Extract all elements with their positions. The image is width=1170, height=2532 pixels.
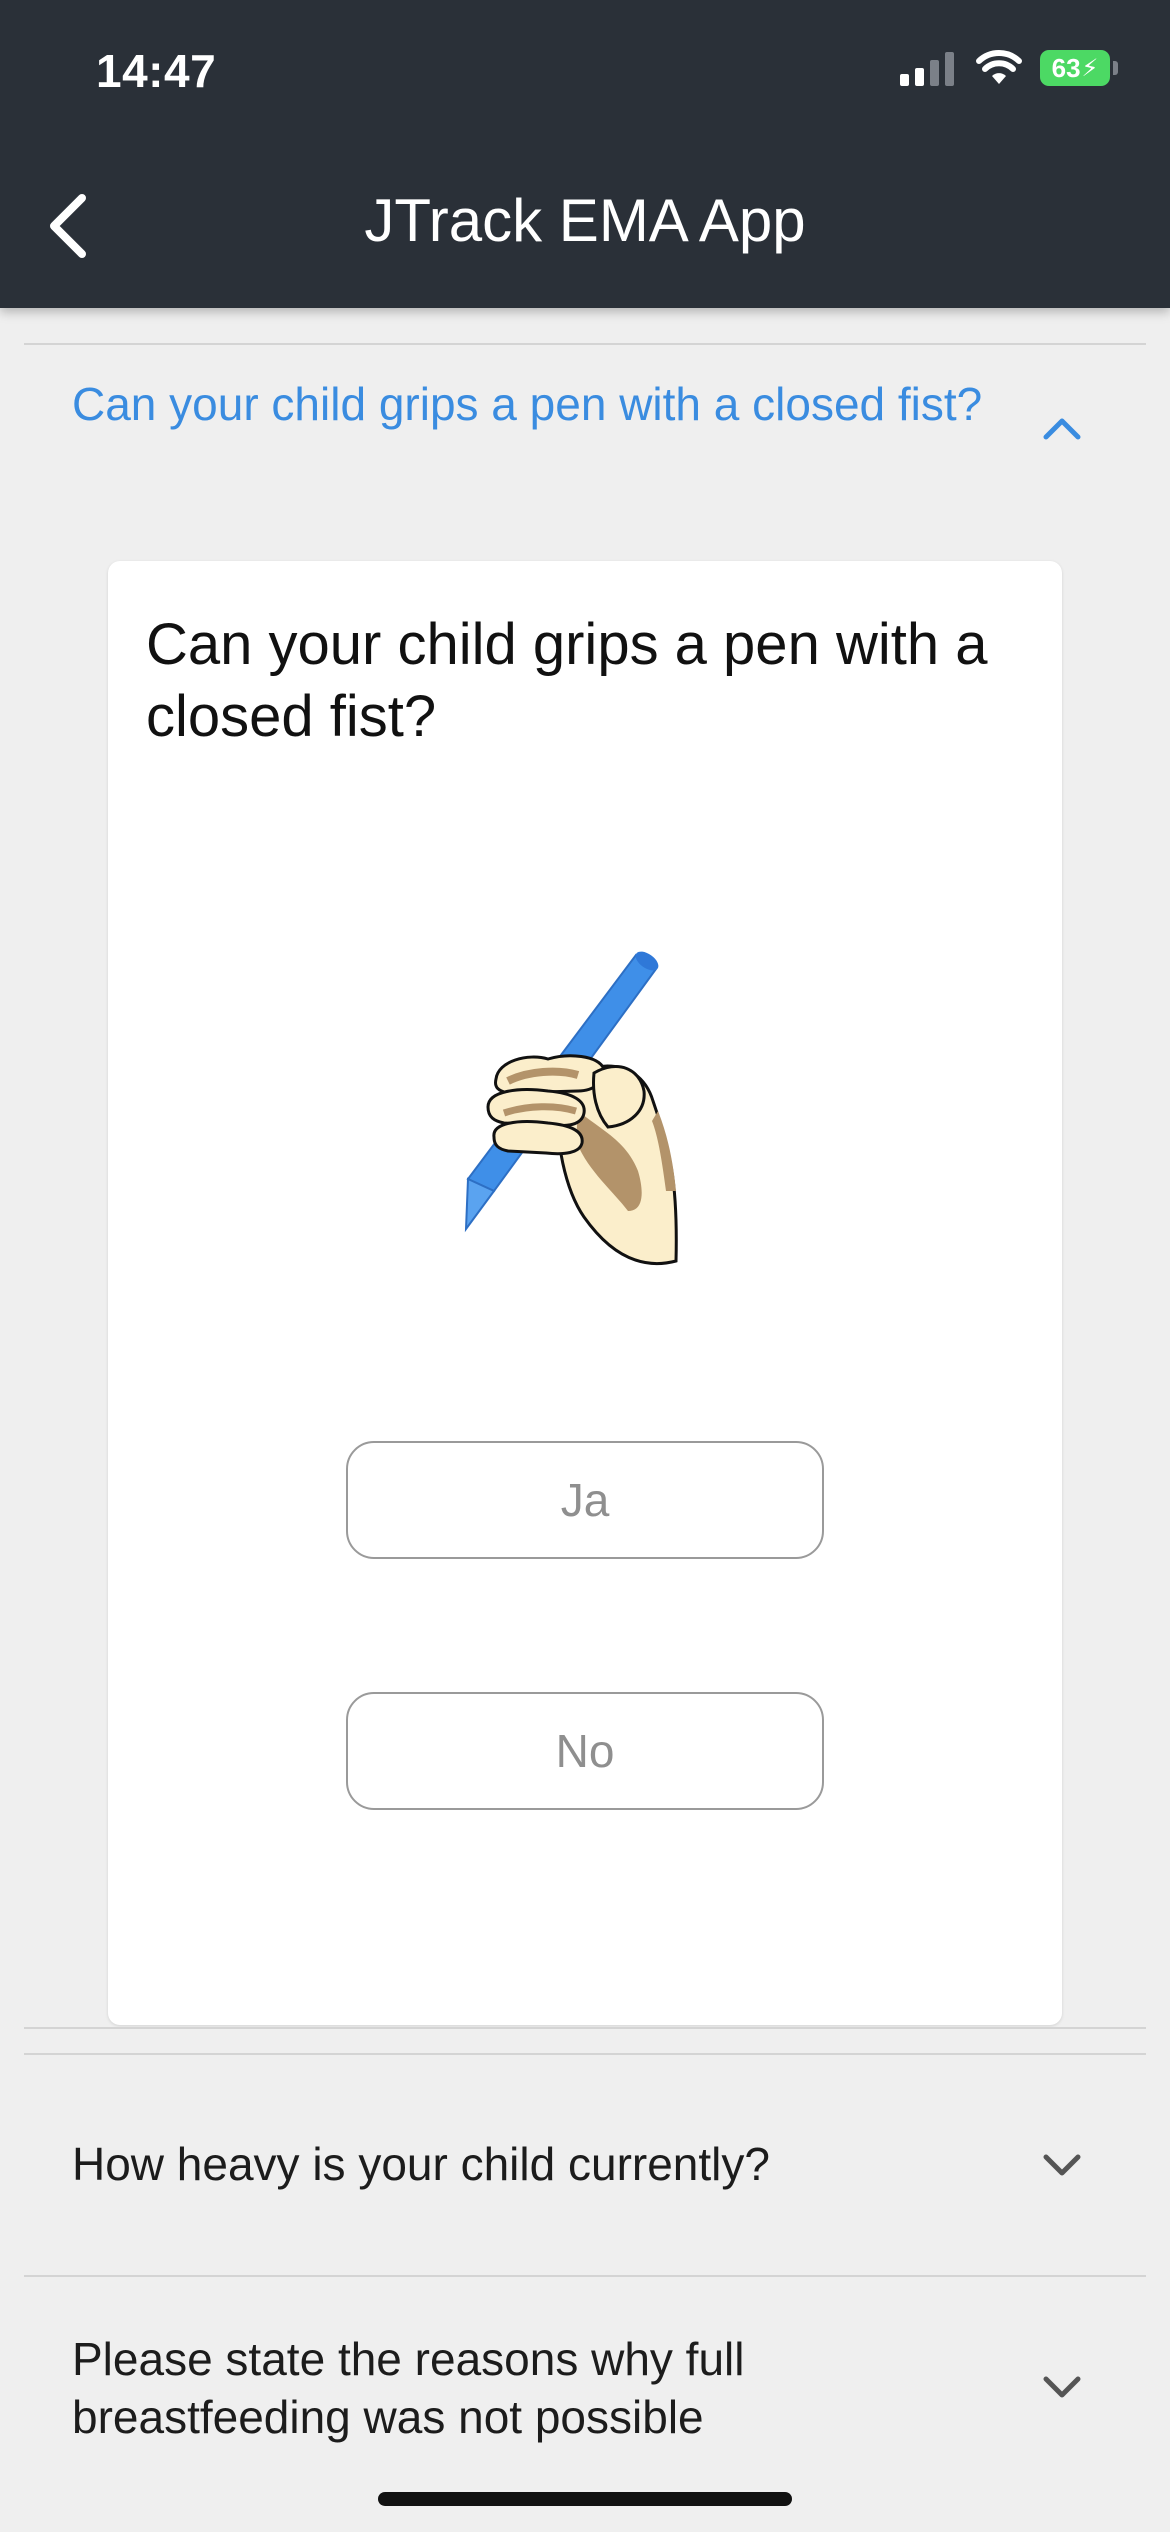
bolt-icon: ⚡ — [1081, 54, 1099, 82]
app-header: 14:47 63 ⚡ JTrack EMA App — [0, 0, 1170, 308]
question-panel-header[interactable]: Can your child grips a pen with a closed… — [24, 345, 1146, 495]
wifi-icon — [976, 50, 1022, 84]
answer-option-no[interactable]: No — [346, 1692, 824, 1810]
card-question-text: Can your child grips a pen with a closed… — [146, 612, 988, 749]
app-title: JTrack EMA App — [364, 187, 806, 254]
chevron-up-icon[interactable] — [1040, 413, 1084, 443]
question-panel-header[interactable]: How heavy is your child currently? — [24, 2055, 1146, 2275]
question-panel-title: Please state the reasons why full breast… — [72, 2333, 745, 2443]
status-icons: 63 ⚡ — [900, 50, 1118, 86]
battery-level: 63 — [1051, 52, 1081, 83]
chevron-down-icon[interactable] — [1040, 2373, 1084, 2403]
divider — [24, 2027, 1146, 2029]
question-card: Can your child grips a pen with a closed… — [108, 561, 1062, 2025]
status-time: 14:47 — [96, 45, 217, 97]
signal-icon — [900, 50, 954, 86]
chevron-down-icon[interactable] — [1040, 2151, 1084, 2181]
answer-option-ja[interactable]: Ja — [346, 1441, 824, 1559]
fist-holding-pen-illustration — [464, 951, 678, 1266]
battery-charging-icon: 63 ⚡ — [1040, 50, 1118, 86]
question-panel-title: Can your child grips a pen with a closed… — [72, 378, 983, 430]
home-indicator[interactable] — [378, 2492, 792, 2506]
question-panel-header[interactable]: Please state the reasons why full breast… — [24, 2277, 1146, 2497]
question-panel-title: How heavy is your child currently? — [72, 2138, 770, 2190]
